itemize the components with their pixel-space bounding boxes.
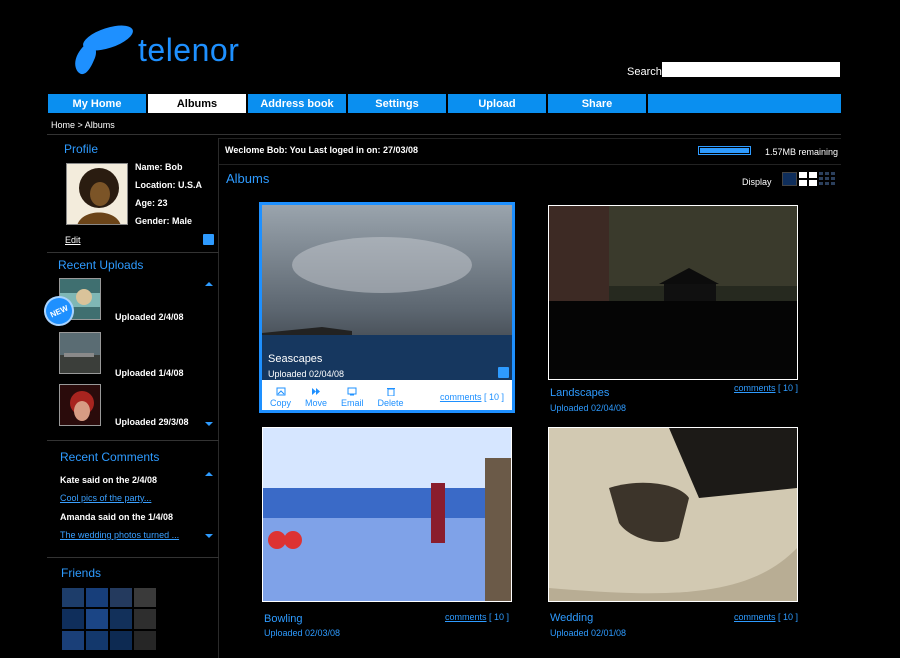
upload-date: Uploaded 1/4/08 [115, 368, 184, 378]
divider [47, 134, 841, 135]
album-cover[interactable] [548, 427, 798, 602]
storage-quota-text: 1.57MB remaining [765, 147, 839, 157]
tab-upload[interactable]: Upload [448, 94, 546, 113]
copy-button[interactable]: Copy [270, 387, 291, 408]
friend-avatar[interactable] [86, 609, 108, 629]
profile-location: Location: U.S.A [135, 180, 202, 190]
copy-icon [276, 387, 285, 395]
profile-gender: Gender: Male [135, 216, 193, 226]
divider [219, 164, 841, 165]
upload-date: Uploaded 29/3/08 [115, 417, 189, 427]
profile-name: Name: Bob [135, 162, 183, 172]
tab-address-book[interactable]: Address book [248, 94, 346, 113]
profile-age: Age: 23 [135, 198, 168, 208]
comment-link[interactable]: The wedding photos turned ... [60, 530, 179, 540]
album-card-selected[interactable]: Seascapes Uploaded 02/04/08 Copy Move Em… [259, 202, 515, 413]
friend-avatar[interactable] [86, 630, 108, 650]
album-comments[interactable]: comments [ 10 ] [445, 612, 509, 622]
album-name: Landscapes [550, 387, 610, 399]
profile-title: Profile [64, 142, 99, 156]
album-cover[interactable] [548, 205, 798, 380]
album-cover[interactable]: Seascapes Uploaded 02/04/08 [262, 205, 512, 380]
album-comments[interactable]: comments [ 10 ] [734, 612, 798, 622]
scroll-down-icon[interactable] [205, 422, 213, 426]
profile-photo [66, 163, 128, 225]
comment-author: Amanda said on the 1/4/08 [60, 512, 174, 522]
telenor-logo-icon [75, 25, 133, 75]
tab-albums[interactable]: Albums [148, 94, 246, 113]
friend-avatar[interactable] [134, 609, 156, 629]
friends-grid [62, 588, 158, 650]
email-button[interactable]: Email [341, 387, 364, 408]
album-actions: Copy Move Email Delete comments [ 10 ] [262, 383, 512, 411]
album-name: Wedding [550, 612, 594, 624]
list-view-icon[interactable] [782, 172, 797, 186]
upload-thumb[interactable] [59, 332, 101, 374]
album-date: Uploaded 02/01/08 [550, 628, 627, 638]
comment-link[interactable]: Cool pics of the party... [60, 493, 151, 503]
edit-profile-link[interactable]: Edit [65, 235, 81, 245]
upload-date: Uploaded 2/4/08 [115, 312, 184, 322]
profile-expand-icon[interactable] [203, 234, 214, 245]
brand-name: telenor [138, 32, 240, 68]
delete-button[interactable]: Delete [378, 387, 404, 408]
recent-uploads-title: Recent Uploads [58, 258, 144, 272]
friend-avatar[interactable] [110, 609, 132, 629]
album-comments[interactable]: comments [ 10 ] [734, 383, 798, 393]
recent-comments-title: Recent Comments [60, 450, 160, 464]
divider [219, 138, 841, 139]
friend-avatar[interactable] [110, 588, 132, 608]
friends-title: Friends [61, 566, 102, 580]
display-label: Display [742, 177, 772, 187]
trash-icon [386, 387, 395, 396]
tab-my-home[interactable]: My Home [48, 94, 146, 113]
albums-title: Albums [226, 171, 270, 186]
welcome-message: Weclome Bob: You Last loged in on: 27/03… [225, 145, 419, 155]
comment-author: Kate said on the 2/4/08 [60, 475, 158, 485]
scroll-up-icon[interactable] [205, 472, 213, 476]
friend-avatar[interactable] [62, 588, 84, 608]
scroll-down-icon[interactable] [205, 534, 213, 538]
move-button[interactable]: Move [305, 387, 327, 408]
album-cover[interactable] [262, 427, 512, 602]
small-grid-view-icon[interactable] [819, 172, 835, 186]
move-icon [312, 387, 321, 395]
divider [47, 557, 219, 558]
friend-avatar[interactable] [62, 630, 84, 650]
upload-thumb[interactable] [59, 384, 101, 426]
friend-avatar[interactable] [134, 630, 156, 650]
nav-filler [648, 94, 841, 113]
album-date: Uploaded 02/04/08 [268, 369, 345, 379]
scroll-up-icon[interactable] [205, 282, 213, 286]
album-date: Uploaded 02/04/08 [550, 403, 627, 413]
friend-avatar[interactable] [62, 609, 84, 629]
album-name: Bowling [264, 613, 303, 625]
storage-quota-fill [700, 148, 749, 153]
friend-avatar[interactable] [110, 630, 132, 650]
friend-avatar[interactable] [134, 588, 156, 608]
friend-avatar[interactable] [86, 588, 108, 608]
search-input[interactable] [662, 62, 840, 77]
breadcrumb: Home > Albums [51, 120, 115, 130]
divider [47, 252, 219, 253]
main-nav: My Home Albums Address book Settings Upl… [48, 94, 841, 113]
album-comments[interactable]: comments [ 10 ] [440, 392, 504, 402]
large-grid-view-icon[interactable] [799, 172, 817, 186]
tab-share[interactable]: Share [548, 94, 646, 113]
storage-quota-bar [698, 146, 751, 155]
display-toggle [782, 172, 835, 186]
album-select-checkbox[interactable] [498, 367, 509, 378]
divider [47, 440, 219, 441]
email-icon [347, 387, 357, 395]
album-name: Seascapes [268, 353, 323, 365]
tab-settings[interactable]: Settings [348, 94, 446, 113]
album-date: Uploaded 02/03/08 [264, 628, 341, 638]
search-label: Search [627, 66, 662, 78]
